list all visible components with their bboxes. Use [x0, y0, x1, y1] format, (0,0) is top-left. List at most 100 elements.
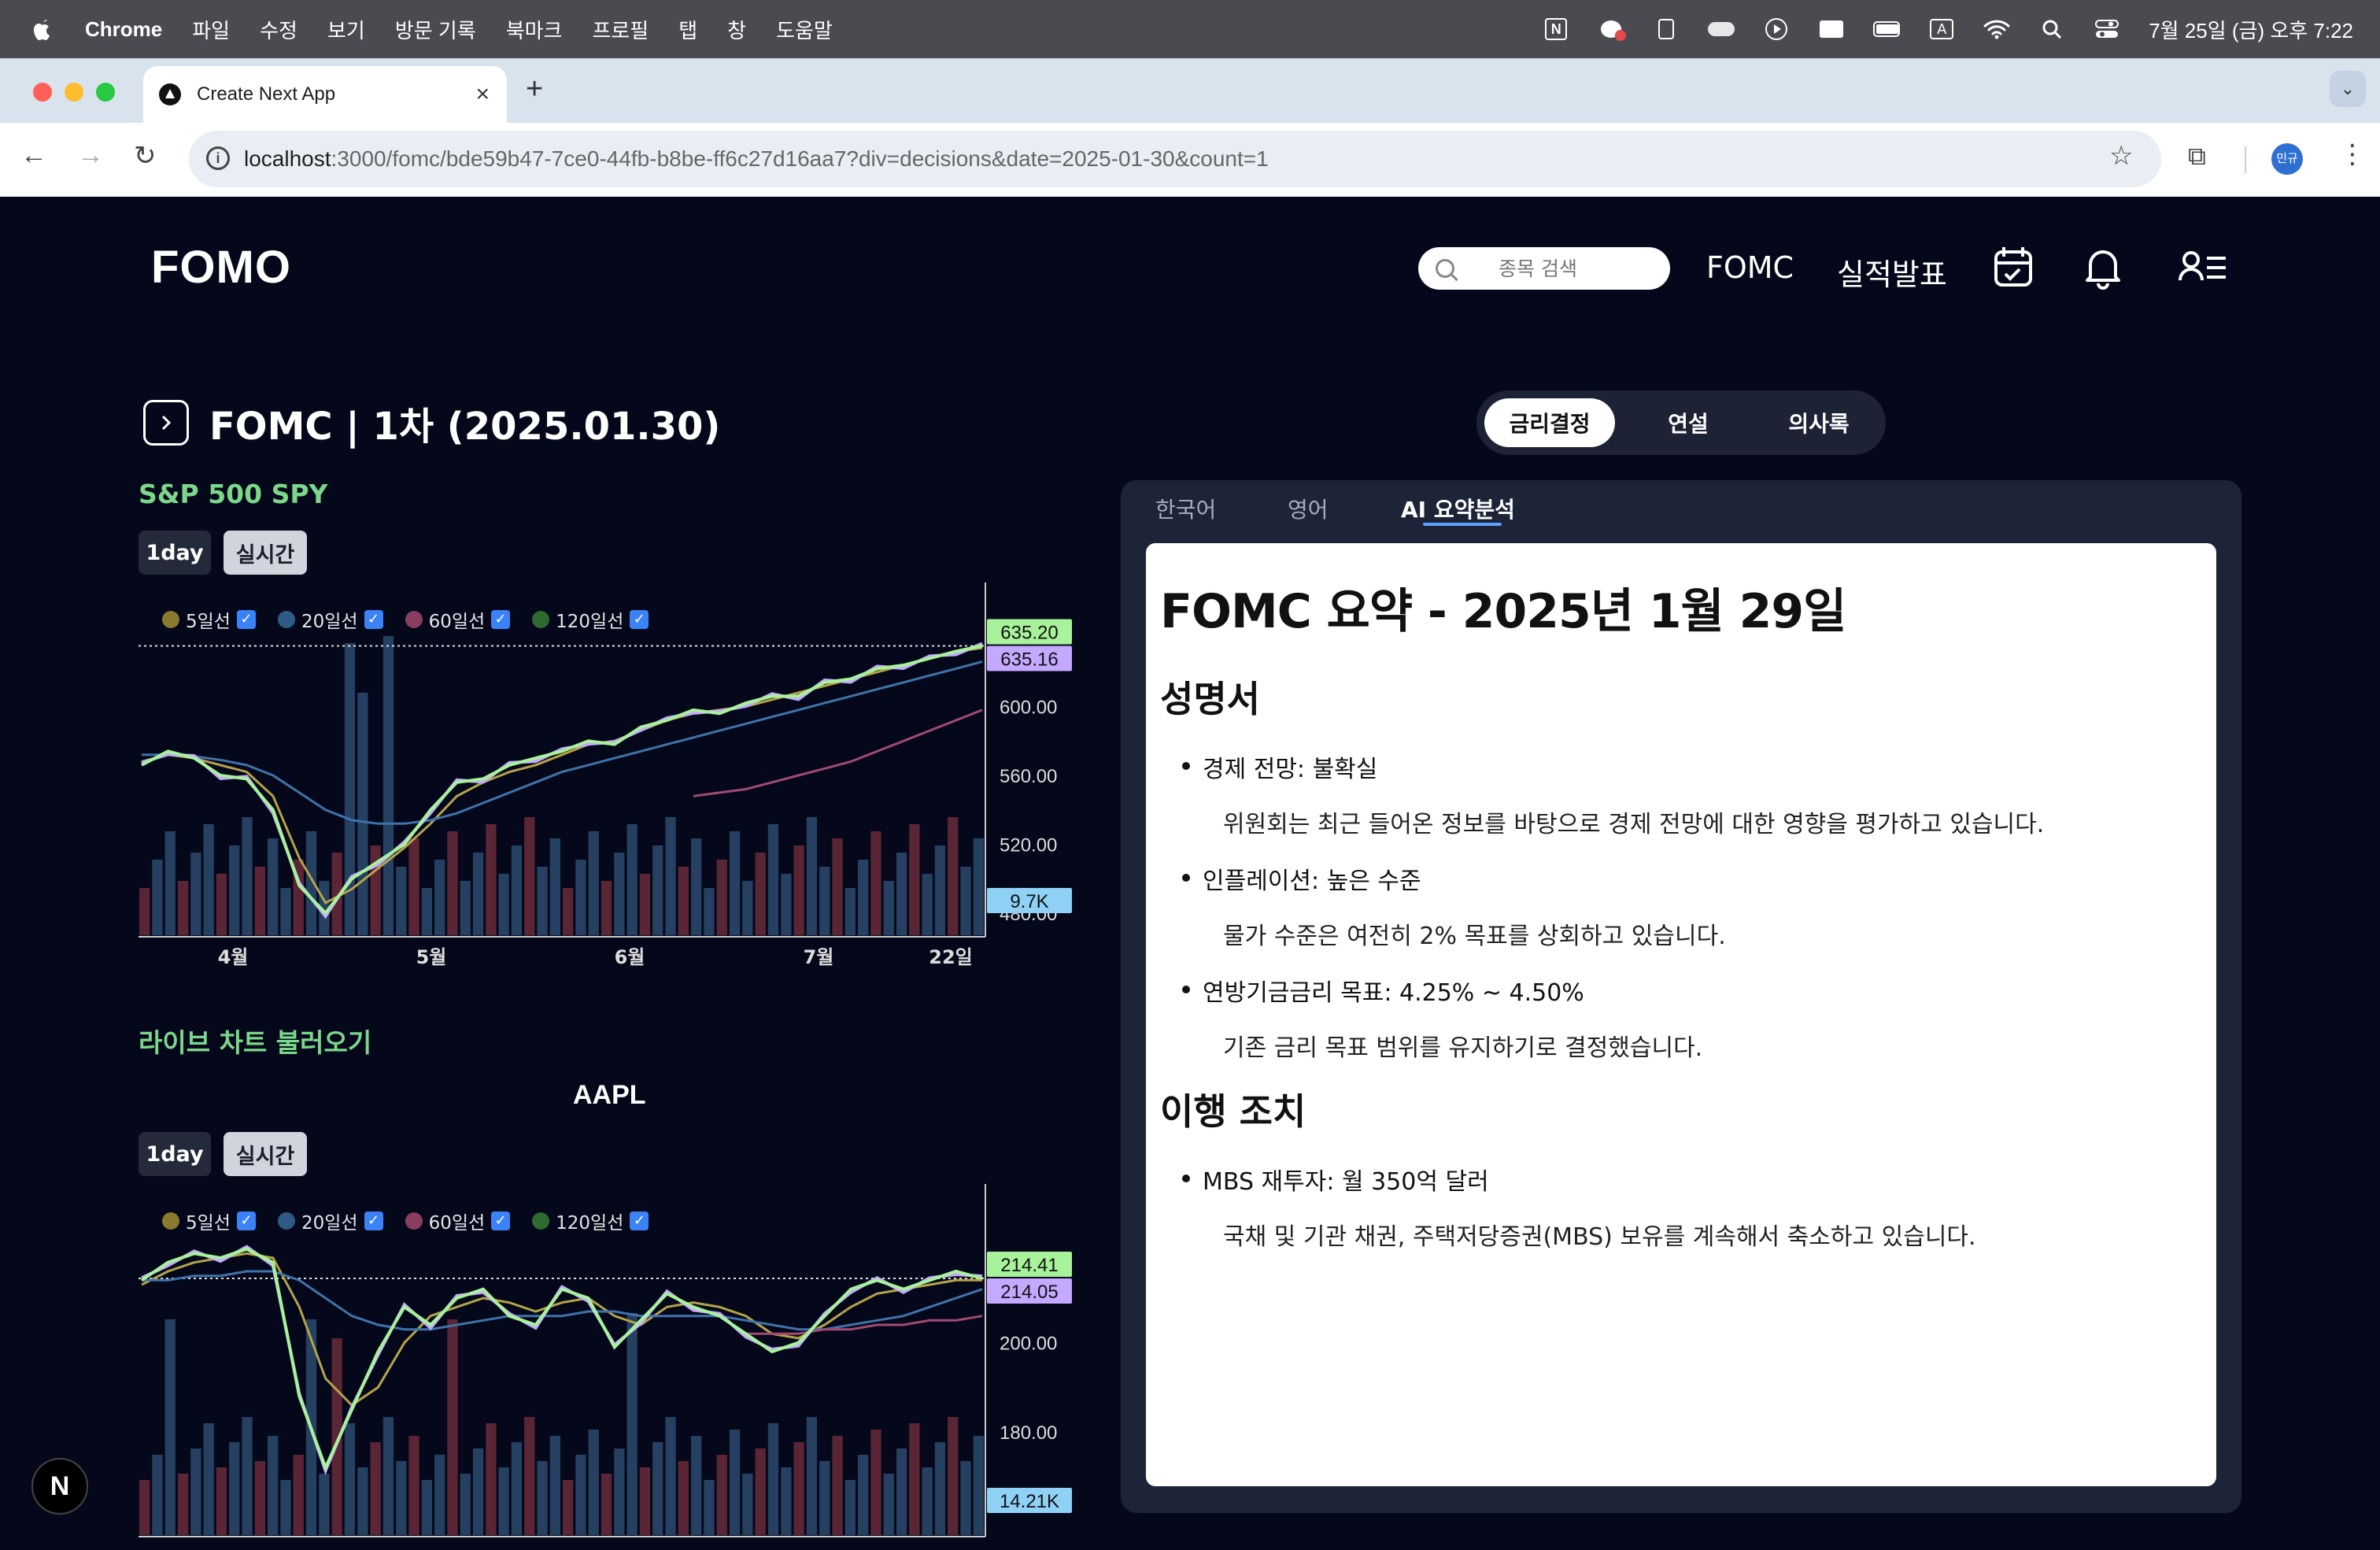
nav-earnings-link[interactable]: 실적발표 — [1837, 250, 1947, 294]
battery-icon[interactable] — [1873, 17, 1901, 41]
list-item-detail: 기존 금리 목표 범위를 유지하기로 결정했습니다. — [1223, 1034, 1703, 1062]
segment-minutes[interactable]: 의사록 — [1754, 398, 1884, 447]
ma60-swatch — [405, 611, 423, 628]
keyboard-icon[interactable] — [1818, 17, 1845, 41]
spy-price-chart[interactable]: 600.00 560.00 520.00 480.00 4월 5월 6월 7월 22일 635.2… — [139, 583, 1075, 976]
chat-icon[interactable] — [1598, 17, 1627, 41]
live-chart-heading[interactable]: 라이브 차트 불러오기 — [139, 1022, 371, 1060]
section-statement-heading: 성명서 — [1160, 678, 1260, 720]
spotlight-search-icon[interactable] — [2038, 17, 2065, 41]
tab-search-button[interactable]: ⌄ — [2330, 71, 2366, 107]
volume-bar — [460, 881, 471, 935]
ma5-checkbox[interactable]: ✓ — [236, 1212, 256, 1230]
menu-tab[interactable]: 탭 — [678, 15, 697, 44]
back-arrow-icon[interactable]: ← — [20, 140, 47, 171]
volume-bar — [254, 1461, 265, 1535]
address-bar[interactable]: localhost:3000/fomc/bde59b47-7ce0-44fb-b… — [189, 131, 2161, 187]
segment-rate-decision[interactable]: 금리결정 — [1484, 398, 1615, 447]
user-menu-icon[interactable] — [2175, 242, 2230, 293]
spy-1day-button[interactable]: 1day — [139, 531, 211, 575]
lang-tab-ai-summary[interactable]: AI 요약분석 — [1401, 493, 1515, 524]
volume-bar — [819, 867, 830, 935]
volume-bar — [524, 1417, 535, 1535]
calendar-icon[interactable] — [1990, 242, 2037, 293]
menu-bookmarks[interactable]: 북마크 — [506, 15, 563, 44]
menu-profiles[interactable]: 프로필 — [592, 15, 649, 44]
legend-ma20: 20일선 ✓ — [277, 606, 383, 633]
volume-bar — [626, 1313, 638, 1535]
browser-menu-icon[interactable]: ⋮ — [2339, 139, 2366, 170]
url-path: :3000/fomc/bde59b47-7ce0-44fb-b8be-ff6c2… — [331, 146, 1269, 171]
profile-avatar[interactable]: 민규 — [2271, 143, 2303, 175]
volume-bar — [190, 853, 201, 935]
window-zoom-button[interactable] — [96, 83, 115, 102]
tab-close-icon[interactable]: × — [475, 81, 490, 108]
notification-bell-icon[interactable] — [2079, 242, 2127, 293]
input-source-icon[interactable]: A — [1928, 17, 1955, 41]
ma5-checkbox[interactable]: ✓ — [236, 610, 256, 629]
ma-line-20일선 — [142, 660, 983, 825]
ma120-checkbox[interactable]: ✓ — [630, 610, 649, 629]
wifi-icon[interactable] — [1983, 17, 2010, 41]
stock-search-input[interactable] — [1499, 257, 1656, 280]
volume-bar — [588, 831, 599, 935]
site-logo[interactable]: FOMO — [151, 241, 291, 294]
menu-help[interactable]: 도움말 — [776, 15, 833, 44]
mac-menubar: Chrome 파일 수정 보기 방문 기록 북마크 프로필 탭 창 도움말 N … — [0, 0, 2380, 58]
volume-bar — [832, 1436, 843, 1535]
site-info-icon[interactable]: i — [206, 146, 230, 170]
menu-view[interactable]: 보기 — [327, 15, 365, 44]
ma60-label: 60일선 — [428, 612, 486, 632]
volume-bar — [716, 860, 727, 935]
volume-bar — [344, 1423, 356, 1535]
aapl-price-chart[interactable]: 200.00 180.00 214.41 214.05 14.21K — [139, 1184, 1075, 1546]
segment-speech[interactable]: 연설 — [1623, 398, 1754, 447]
bookmark-star-icon[interactable]: ☆ — [2109, 140, 2133, 172]
ma60-checkbox[interactable]: ✓ — [491, 1212, 511, 1230]
list-item-detail: 물가 수준은 여전히 2% 목표를 상회하고 있습니다. — [1223, 923, 1726, 950]
control-center-icon[interactable] — [2094, 17, 2120, 41]
lang-tab-english[interactable]: 영어 — [1288, 493, 1329, 524]
ma5-swatch — [162, 611, 179, 628]
notion-icon[interactable]: N — [1543, 17, 1569, 41]
fomc-title: FOMC | 1차 (2025.01.30) — [209, 405, 721, 449]
forward-arrow-icon[interactable]: → — [77, 140, 104, 171]
volume-bar — [716, 1455, 727, 1535]
expand-arrow-button[interactable] — [143, 400, 189, 446]
ma20-checkbox[interactable]: ✓ — [364, 610, 383, 629]
ma20-checkbox[interactable]: ✓ — [364, 1212, 383, 1230]
volume-bar — [934, 845, 946, 935]
play-icon[interactable] — [1763, 17, 1790, 41]
nextjs-dev-badge[interactable]: N — [31, 1458, 88, 1515]
ma120-checkbox[interactable]: ✓ — [630, 1212, 649, 1230]
menubar-clock[interactable]: 7월 25일 (금) 오후 7:22 — [2149, 15, 2353, 44]
window-close-button[interactable] — [33, 83, 52, 102]
menu-window[interactable]: 창 — [727, 15, 746, 44]
x-tick-label: 7월 — [804, 946, 834, 968]
ma5-label: 5일선 — [186, 612, 231, 632]
spy-live-button[interactable]: 실시간 — [224, 531, 307, 575]
menu-file[interactable]: 파일 — [192, 15, 230, 44]
volume-bar — [382, 636, 394, 935]
volume-bar — [883, 881, 894, 935]
ma60-checkbox[interactable]: ✓ — [491, 610, 511, 629]
clipboard-icon[interactable] — [1653, 17, 1680, 41]
aapl-1day-button[interactable]: 1day — [139, 1132, 211, 1176]
menu-edit[interactable]: 수정 — [260, 15, 298, 44]
reload-icon[interactable]: ↻ — [134, 140, 157, 172]
menu-history[interactable]: 방문 기록 — [395, 15, 476, 44]
aapl-live-button[interactable]: 실시간 — [224, 1132, 307, 1176]
apple-icon[interactable] — [31, 17, 54, 41]
browser-tab-active[interactable]: Create Next App × — [143, 66, 507, 123]
cloud-icon[interactable] — [1708, 17, 1735, 41]
volume-bar — [922, 1467, 933, 1535]
nav-fomc-link[interactable]: FOMC — [1706, 250, 1794, 285]
extensions-puzzle-icon[interactable]: ⧉ — [2188, 142, 2206, 172]
menu-app-name[interactable]: Chrome — [85, 17, 162, 42]
new-tab-button[interactable]: + — [526, 72, 543, 106]
lang-tab-korean[interactable]: 한국어 — [1155, 493, 1216, 524]
stock-search-box[interactable] — [1418, 247, 1670, 290]
window-minimize-button[interactable] — [65, 83, 83, 102]
volume-bar — [164, 1319, 176, 1535]
volume-bar — [922, 874, 933, 935]
